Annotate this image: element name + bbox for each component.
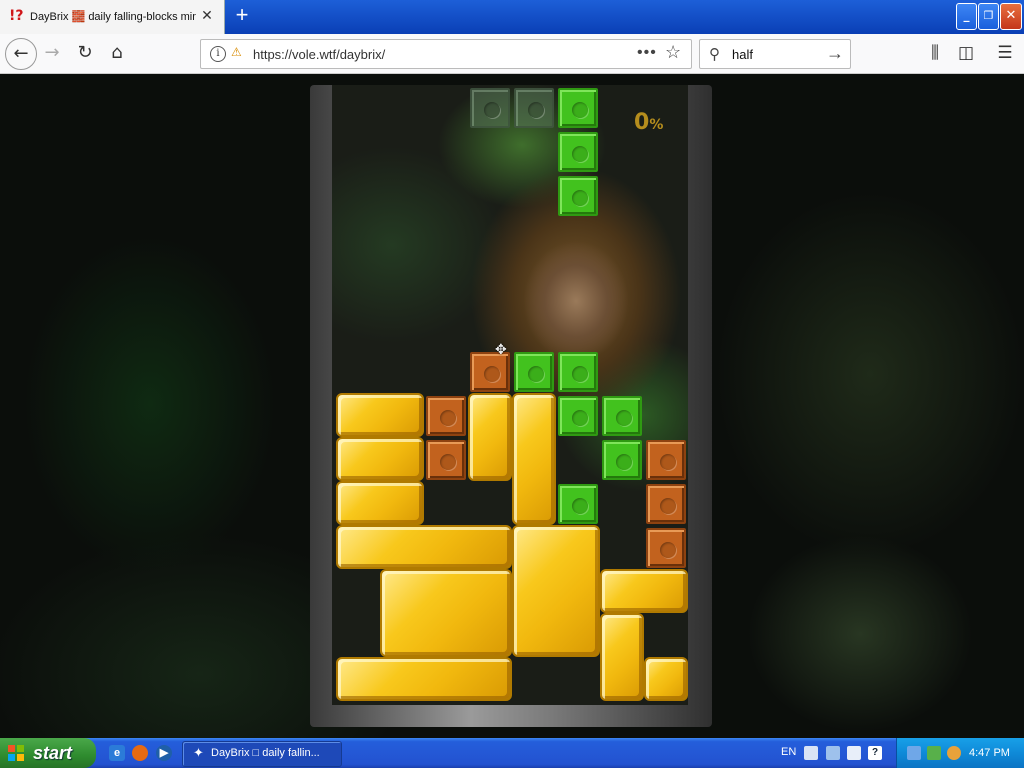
date-letter-e (512, 525, 600, 657)
daybrix-favicon-icon: !? (9, 8, 24, 24)
date-digit-2-mid (336, 437, 424, 481)
url-text[interactable]: https://vole.wtf/daybrix/ (253, 47, 385, 62)
windows-taskbar: start e ▶ ✦ DayBrix □ daily fallin... EN… (0, 738, 1024, 768)
falling-block (558, 176, 598, 216)
placed-block-orange (646, 440, 686, 480)
placed-block-orange (646, 528, 686, 568)
tab-title: DayBrix 🧱 daily falling-blocks mini (30, 11, 196, 23)
date-digit-4-left (468, 393, 512, 481)
firefox-quicklaunch-icon[interactable] (132, 745, 148, 761)
search-input[interactable]: half (732, 47, 753, 62)
search-tray-icon[interactable] (947, 746, 961, 760)
address-bar[interactable]: i ⚠ https://vole.wtf/daybrix/ ••• ☆ (200, 39, 692, 69)
completion-percent: 0% (634, 110, 663, 135)
help-icon[interactable]: ? (868, 746, 882, 760)
search-bar[interactable]: ⚲ half → (699, 39, 851, 69)
page-actions-icon[interactable]: ••• (637, 44, 657, 62)
date-letter-c-body (600, 613, 644, 701)
page-viewport: 0% ✥ (0, 74, 1024, 738)
date-letter-c-base (644, 657, 688, 701)
ghost-block (514, 88, 554, 128)
placed-block-green (602, 396, 642, 436)
bookmark-star-icon[interactable]: ☆ (665, 42, 681, 63)
active-tab[interactable]: !? DayBrix 🧱 daily falling-blocks mini ✕ (0, 0, 225, 34)
insecure-lock-icon[interactable]: ⚠ (231, 45, 247, 61)
date-letter-d-stem (336, 525, 512, 569)
new-tab-button[interactable]: + (230, 4, 254, 28)
falling-block (558, 132, 598, 172)
placed-block-green (602, 440, 642, 480)
window-close-button[interactable]: ✕ (1000, 3, 1022, 30)
date-digit-2-base (336, 481, 424, 525)
date-letter-c-top (600, 569, 688, 613)
internet-explorer-icon[interactable]: e (109, 745, 125, 761)
home-button[interactable]: ⌂ (103, 39, 131, 67)
completion-symbol: % (649, 117, 664, 133)
window-minimize-button[interactable]: _ (956, 3, 977, 30)
placed-block-orange (646, 484, 686, 524)
sidebar-icon[interactable]: ◫ (953, 40, 979, 66)
window-restore-button[interactable]: ❐ (978, 3, 999, 30)
daybrix-task-icon: ✦ (193, 746, 204, 761)
taskbar-button-daybrix[interactable]: ✦ DayBrix □ daily fallin... (182, 741, 342, 767)
reload-button[interactable]: ↻ (71, 39, 99, 67)
library-icon[interactable]: ⫼ (922, 40, 948, 66)
game-board[interactable]: 0% ✥ (332, 85, 688, 705)
task-label: DayBrix □ daily fallin... (211, 747, 320, 759)
game-board-frame: 0% ✥ (310, 85, 712, 727)
placed-block-green (514, 352, 554, 392)
site-info-icon[interactable]: i (210, 46, 226, 62)
windows-logo-icon (8, 745, 25, 762)
language-bar-icon[interactable] (847, 746, 861, 760)
placed-block-green (558, 396, 598, 436)
date-digit-4-right (512, 393, 556, 525)
date-letter-d-body (380, 569, 512, 657)
falling-block (558, 88, 598, 128)
placed-block-green (558, 352, 598, 392)
start-button[interactable]: start (0, 738, 96, 768)
search-icon: ⚲ (709, 46, 720, 63)
date-digit-2-top (336, 393, 424, 437)
completion-value: 0 (634, 110, 650, 135)
placed-block-orange (426, 440, 466, 480)
navigation-toolbar: ← → ↻ ⌂ i ⚠ https://vole.wtf/daybrix/ ••… (0, 34, 1024, 74)
media-player-icon[interactable]: ▶ (156, 745, 172, 761)
start-label: start (33, 743, 73, 763)
date-letter-d-base (336, 657, 512, 701)
clock: 4:47 PM (969, 747, 1010, 759)
forward-button[interactable]: → (38, 39, 66, 67)
hamburger-menu-icon[interactable]: ☰ (992, 40, 1018, 66)
back-button[interactable]: ← (5, 38, 37, 70)
language-indicator[interactable]: EN (781, 746, 796, 758)
tab-close-icon[interactable]: ✕ (199, 7, 215, 23)
browser-title-bar: !? DayBrix 🧱 daily falling-blocks mini ✕… (0, 0, 1024, 34)
security-icon[interactable] (927, 746, 941, 760)
system-tray: 4:47 PM (896, 738, 1024, 768)
search-go-icon[interactable]: → (826, 43, 844, 64)
placed-block-orange (470, 352, 510, 392)
pen-tool-icon[interactable] (826, 746, 840, 760)
placed-block-orange (426, 396, 466, 436)
ghost-block (470, 88, 510, 128)
keyboard-icon[interactable] (804, 746, 818, 760)
network-icon[interactable] (907, 746, 921, 760)
placed-block-green (558, 484, 598, 524)
move-cursor-icon: ✥ (495, 342, 507, 358)
